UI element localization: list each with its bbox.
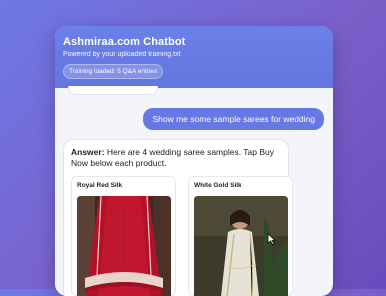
product-card-royal-red-silk[interactable]: Royal Red Silk [71, 175, 176, 296]
previous-message-bubble [68, 86, 158, 95]
training-status-badge: Training loaded: 5 Q&A entries [63, 64, 164, 79]
cursor-icon [267, 233, 276, 245]
bot-answer-card: Answer: Here are 4 wedding saree samples… [63, 139, 293, 296]
product-name: Royal Red Silk [77, 181, 123, 189]
product-image-white-saree[interactable] [194, 195, 288, 296]
product-name: White Gold Silk [194, 181, 242, 189]
chatbot-subtitle: Powered by your uploaded training.txt [63, 51, 181, 58]
product-card-white-gold-silk[interactable]: White Gold Silk [188, 175, 293, 296]
user-message-bubble: Show me some sample sarees for wedding [143, 108, 324, 130]
chat-area[interactable]: Show me some sample sarees for wedding A… [55, 86, 333, 296]
chatbot-header: Ashmiraa.com Chatbot Powered by your upl… [55, 26, 333, 88]
bot-answer-text: Answer: Here are 4 wedding saree samples… [71, 147, 281, 170]
answer-label: Answer: [71, 147, 105, 157]
product-list: Royal Red Silk White Gold Silk [71, 175, 293, 296]
chatbot-title: Ashmiraa.com Chatbot [63, 36, 186, 48]
chatbot-window: Ashmiraa.com Chatbot Powered by your upl… [55, 26, 333, 296]
product-image-red-saree[interactable] [77, 195, 171, 296]
